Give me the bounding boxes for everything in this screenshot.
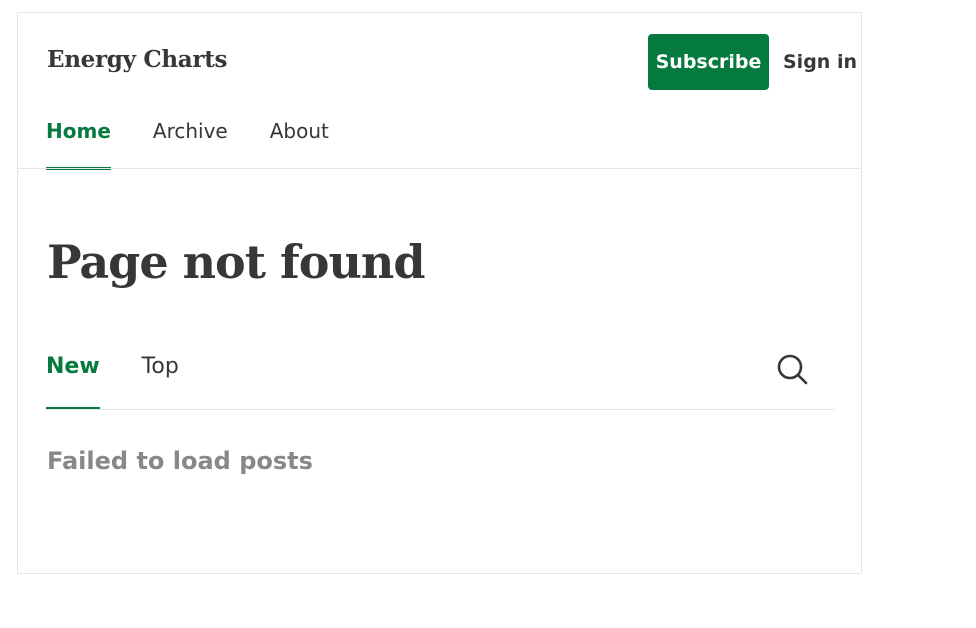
main-nav: Home Archive About xyxy=(46,117,329,170)
load-error-message: Failed to load posts xyxy=(47,447,313,475)
page-frame: Energy Charts Subscribe Sign in Home Arc… xyxy=(17,12,862,574)
nav-item-archive[interactable]: Archive xyxy=(153,117,228,169)
search-button[interactable] xyxy=(775,352,811,388)
tab-new[interactable]: New xyxy=(46,354,100,410)
page-title: Page not found xyxy=(47,235,426,289)
header-divider xyxy=(18,168,861,169)
tab-top[interactable]: Top xyxy=(142,354,179,409)
nav-item-about[interactable]: About xyxy=(270,117,329,169)
subscribe-button[interactable]: Subscribe xyxy=(648,34,769,90)
nav-item-home[interactable]: Home xyxy=(46,117,111,170)
tabs-divider xyxy=(46,409,835,410)
post-tabs: New Top xyxy=(46,354,179,410)
sign-in-link[interactable]: Sign in xyxy=(783,51,857,73)
publication-title[interactable]: Energy Charts xyxy=(47,46,227,73)
search-icon xyxy=(777,354,808,385)
